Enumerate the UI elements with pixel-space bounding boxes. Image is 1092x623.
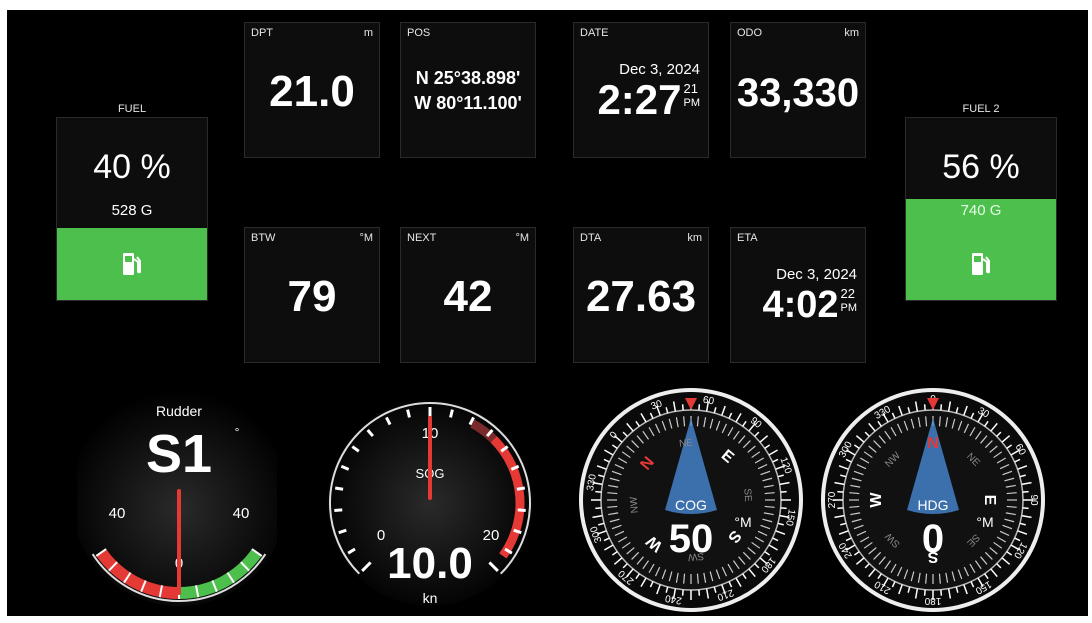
cog-unit: °M <box>734 514 751 530</box>
odometer-value: 33,330 <box>736 71 860 115</box>
rudder-gauge[interactable]: Rudder S1 ° 40 40 0 <box>77 388 277 606</box>
cog-intercardinal: NW <box>628 496 640 514</box>
fuel-title: FUEL <box>117 103 147 115</box>
sog-unit: kn <box>423 590 438 606</box>
hdg-ring-label: 180 <box>924 595 941 606</box>
cog-tick <box>780 490 787 493</box>
hdg-tick <box>837 507 844 510</box>
position-tile[interactable]: POS N 25°38.898' W 80°11.100' <box>400 22 536 158</box>
longitude: W 80°11.100' <box>414 93 522 113</box>
sog-tick <box>334 486 344 491</box>
tile-label: BTW <box>251 232 276 244</box>
fuel-pump-icon <box>57 251 207 282</box>
hdg-unit: °M <box>976 514 993 530</box>
hdg-tick <box>837 490 844 493</box>
sog-tick <box>406 409 411 418</box>
depth-value: 21.0 <box>269 67 355 116</box>
hdg-tick <box>940 404 943 411</box>
hdg-ring-label: 270 <box>827 491 838 508</box>
hdg-value: 0 <box>922 517 944 561</box>
hdg-cardinal: W <box>868 492 885 508</box>
fuel2-title: FUEL 2 <box>962 103 1000 115</box>
tile-unit: km <box>687 232 702 244</box>
cog-intercardinal: NE <box>679 438 694 450</box>
fuel2-tile[interactable]: 56 % 740 G <box>905 117 1057 301</box>
fuel-pump-icon <box>906 251 1056 282</box>
sog-tick <box>334 508 343 513</box>
cog-tick <box>698 589 701 596</box>
hdg-tick <box>940 589 943 596</box>
rudder-value: S1 <box>146 424 212 484</box>
tile-unit: °M <box>359 232 373 244</box>
tile-unit: m <box>363 27 373 39</box>
tile-label: POS <box>407 27 431 39</box>
fuel2-percent: 56 % <box>942 148 1020 186</box>
sog-tick <box>516 486 526 491</box>
next-tile[interactable]: NEXT °M 42 <box>400 227 536 363</box>
tile-label: DTA <box>580 232 602 244</box>
hdg-ring-label: 90 <box>1028 494 1039 506</box>
time-value: 2:27 <box>597 76 682 123</box>
cog-intercardinal: SE <box>741 488 753 503</box>
hdg-cardinal: N <box>927 435 939 452</box>
hdg-tick <box>923 404 926 411</box>
tile-label: DATE <box>580 27 609 39</box>
hdg-tick <box>923 589 926 596</box>
hdg-tick <box>1022 490 1029 493</box>
sog-tick <box>449 409 454 418</box>
depth-tile[interactable]: DPT m 21.0 <box>244 22 380 158</box>
hdg-tick <box>1022 507 1029 510</box>
sog-gauge[interactable]: SOG 10 0 20 10.0 kn <box>325 388 535 616</box>
eta-seconds: 22 <box>840 286 855 301</box>
time-ampm: PM <box>683 97 701 109</box>
btw-tile[interactable]: BTW °M 79 <box>244 227 380 363</box>
cog-tick <box>698 404 701 411</box>
cog-tick <box>595 490 602 493</box>
date-tile[interactable]: DATE Dec 3, 2024 2:27 21 PM <box>573 22 709 158</box>
tile-unit: km <box>844 27 859 39</box>
cog-compass[interactable]: 030 6090120150180210240270300330N ESWNESES… <box>573 382 809 616</box>
time-seconds: 21 <box>683 81 698 96</box>
fuel-gallons: 528 G <box>111 202 153 219</box>
rudder-title: Rudder <box>156 403 202 419</box>
fuel-percent: 40 % <box>93 148 171 186</box>
tile-label: ETA <box>737 232 758 244</box>
hdg-cardinal: E <box>981 495 998 506</box>
hdg-title: HDG <box>917 497 948 513</box>
sog-tick-label-0: 0 <box>377 527 385 544</box>
sog-value: 10.0 <box>387 539 473 588</box>
tile-unit: °M <box>515 232 529 244</box>
cog-tick <box>780 507 787 510</box>
instrument-display: FUEL 40 % 528 G FUEL 2 56 % 740 G DPT m … <box>7 10 1088 616</box>
eta-tile[interactable]: ETA Dec 3, 2024 4:02 22 PM <box>730 227 866 363</box>
odometer-tile[interactable]: ODO km 33,330 <box>730 22 866 158</box>
sog-tick-label-20: 20 <box>483 527 500 544</box>
fuel2-gallons: 740 G <box>960 202 1002 219</box>
sog-tick <box>517 508 526 513</box>
cog-value: 50 <box>669 517 714 561</box>
eta-time: 4:02 <box>762 284 839 326</box>
fuel-tile[interactable]: 40 % 528 G <box>56 117 208 301</box>
hdg-compass[interactable]: 0306090120150180210240270300330NESWNESES… <box>815 382 1051 616</box>
cog-title: COG <box>675 497 707 513</box>
tile-label: NEXT <box>407 232 437 244</box>
cog-tick <box>595 507 602 510</box>
rudder-unit: ° <box>235 425 240 439</box>
cog-tick <box>681 404 684 411</box>
tile-label: ODO <box>737 27 763 39</box>
rudder-right-label: 40 <box>233 505 250 522</box>
rudder-left-label: 40 <box>109 505 126 522</box>
next-value: 42 <box>443 272 493 321</box>
btw-value: 79 <box>287 272 337 321</box>
eta-date: Dec 3, 2024 <box>776 266 857 283</box>
dta-value: 27.63 <box>585 272 697 321</box>
tile-label: DPT <box>251 27 273 39</box>
eta-ampm: PM <box>840 302 858 314</box>
latitude: N 25°38.898' <box>415 68 521 88</box>
dta-tile[interactable]: DTA km 27.63 <box>573 227 709 363</box>
cog-tick <box>681 589 684 596</box>
